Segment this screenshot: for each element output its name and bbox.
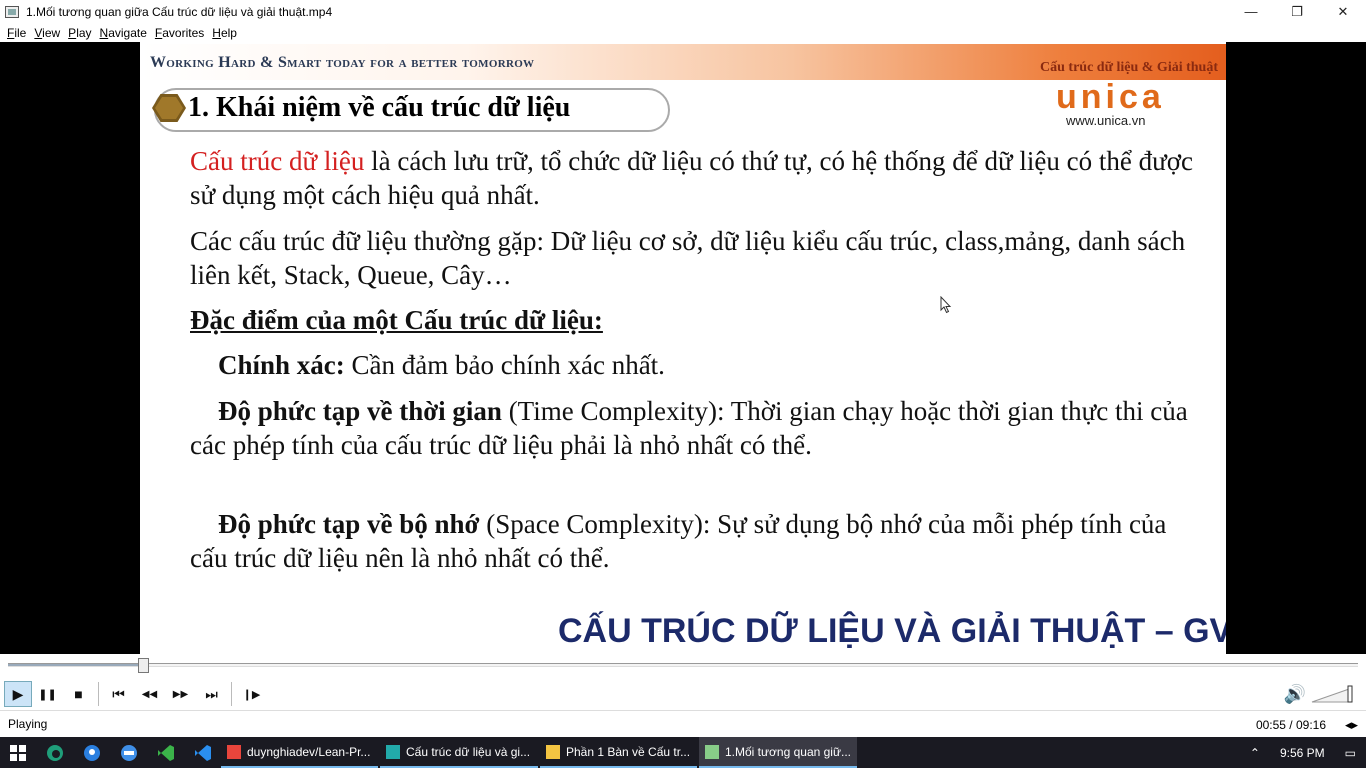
note-icon — [546, 744, 560, 759]
paragraph-accuracy: Chính xác: Cần đảm bảo chính xác nhất. — [190, 348, 1200, 382]
system-tray: ⌃ 9:56 PM ▭ — [1240, 737, 1366, 768]
mouse-cursor-icon — [940, 296, 952, 314]
taskbar-app[interactable]: Cấu trúc dữ liệu và gi... — [380, 737, 538, 768]
unica-logo: unica — [1056, 78, 1165, 116]
status-bar: Playing 00:55 / 09:16 ◂▸ — [0, 710, 1366, 737]
window-title: 1.Mối tương quan giữa Cấu trúc dữ liệu v… — [26, 4, 333, 19]
frame-step-button[interactable]: ❙▶ — [236, 680, 267, 708]
maximize-button[interactable]: ❐ — [1274, 0, 1320, 23]
edge-icon[interactable] — [36, 737, 73, 768]
accuracy-label: Chính xác: — [218, 350, 345, 380]
video-frame: Working Hard & Smart today for a better … — [140, 42, 1226, 654]
separator — [231, 682, 232, 706]
seek-track[interactable] — [8, 663, 1358, 667]
zalo-icon[interactable] — [110, 737, 147, 768]
slide-header: Working Hard & Smart today for a better … — [140, 44, 1226, 80]
speaker-icon[interactable]: 🔊 — [1280, 684, 1310, 705]
code-icon — [386, 744, 400, 759]
space-complexity-label: Độ phức tạp về bộ nhớ — [218, 509, 480, 539]
seek-thumb[interactable] — [138, 658, 149, 673]
player-icon — [705, 744, 719, 759]
notification-icon[interactable]: ▭ — [1335, 746, 1366, 760]
taskbar-app-label: 1.Mối tương quan giữ... — [725, 744, 851, 759]
taskbar-apps: duynghiadev/Lean-Pr... Cấu trúc dữ liệu v… — [221, 737, 859, 768]
stop-button[interactable]: ■ — [63, 680, 94, 708]
video-area[interactable]: Working Hard & Smart today for a better … — [0, 42, 1366, 654]
vscode-icon[interactable] — [147, 737, 184, 768]
minimize-button[interactable]: — — [1228, 0, 1274, 23]
menu-play[interactable]: Play — [64, 26, 95, 40]
playback-controls: ▶ ❚❚ ■ ⏮ ◀◀ ▶▶ ⏭ ❙▶ 🔊 — [0, 678, 1366, 710]
vscode-blue-icon[interactable] — [184, 737, 221, 768]
clock[interactable]: 9:56 PM — [1270, 746, 1335, 760]
characteristics-heading: Đặc điểm của một Cấu trúc dữ liệu: — [190, 305, 603, 335]
paragraph-time-complexity: Độ phức tạp về thời gian (Time Complexit… — [190, 394, 1200, 462]
chevron-up-icon[interactable]: ⌃ — [1240, 746, 1270, 760]
taskbar-app[interactable]: duynghiadev/Lean-Pr... — [221, 737, 378, 768]
accuracy-text: Cần đảm bảo chính xác nhất. — [344, 350, 665, 380]
logo-url: www.unica.vn — [1066, 113, 1146, 128]
seek-bar[interactable] — [0, 654, 1366, 678]
next-button[interactable]: ⏭ — [196, 680, 227, 708]
paragraph-common-structures: Các cấu trúc đữ liệu thường gặp: Dữ liệu… — [190, 226, 1186, 290]
rewind-button[interactable]: ◀◀ — [134, 680, 165, 708]
window-controls: — ❐ ✕ — [1228, 0, 1366, 23]
taskbar-app-label: Cấu trúc dữ liệu và gi... — [406, 744, 531, 759]
fast-forward-button[interactable]: ▶▶ — [165, 680, 196, 708]
menu-favorites[interactable]: Favorites — [151, 26, 208, 40]
section-title: 1. Khái niệm về cấu trúc dữ liệu — [188, 92, 571, 123]
taskbar: duynghiadev/Lean-Pr... Cấu trúc dữ liệu v… — [0, 737, 1366, 768]
close-button[interactable]: ✕ — [1320, 0, 1366, 23]
taskbar-app[interactable]: Phần 1 Bàn về Cấu tr... — [540, 737, 697, 768]
film-icon — [4, 4, 20, 20]
chrome-icon — [227, 744, 241, 759]
windows-start-icon[interactable] — [0, 737, 36, 768]
menu-bar: File View Play Navigate Favorites Help — [0, 23, 1366, 42]
course-banner: CẤU TRÚC DỮ LIỆU VÀ GIẢI THUẬT – GV — [558, 612, 1226, 650]
volume-control: 🔊 — [1280, 678, 1356, 710]
menu-view[interactable]: View — [30, 26, 64, 40]
taskbar-app[interactable]: 1.Mối tương quan giữ... — [699, 737, 857, 768]
title-bar: 1.Mối tương quan giữa Cấu trúc dữ liệu v… — [0, 0, 1366, 23]
play-button[interactable]: ▶ — [4, 681, 32, 707]
seek-progress — [8, 664, 143, 666]
taskbar-app-label: duynghiadev/Lean-Pr... — [247, 744, 371, 759]
menu-navigate[interactable]: Navigate — [96, 26, 151, 40]
menu-help[interactable]: Help — [208, 26, 241, 40]
pause-button[interactable]: ❚❚ — [32, 680, 63, 708]
separator — [98, 682, 99, 706]
time-complexity-label: Độ phức tạp về thời gian — [218, 396, 502, 426]
previous-button[interactable]: ⏮ — [103, 680, 134, 708]
slide-topic: Cấu trúc dữ liệu & Giải thuật — [1040, 60, 1218, 75]
slide-motto: Working Hard & Smart today for a better … — [150, 54, 535, 71]
paragraph-space-complexity: Độ phức tạp về bộ nhớ (Space Complexity)… — [190, 507, 1200, 575]
volume-slider[interactable] — [1310, 684, 1356, 704]
menu-file[interactable]: File — [3, 26, 30, 40]
maps-icon[interactable] — [73, 737, 110, 768]
playback-status: Playing — [8, 717, 48, 731]
term-highlight: Cấu trúc dữ liệu — [190, 146, 365, 176]
playback-time: 00:55 / 09:16 — [1255, 718, 1326, 732]
paragraph-definition: Cấu trúc dữ liệu là cách lưu trữ, tổ chứ… — [190, 144, 1200, 212]
taskbar-app-label: Phần 1 Bàn về Cấu tr... — [566, 744, 691, 759]
resize-grip-icon[interactable]: ◂▸ — [1345, 717, 1358, 733]
